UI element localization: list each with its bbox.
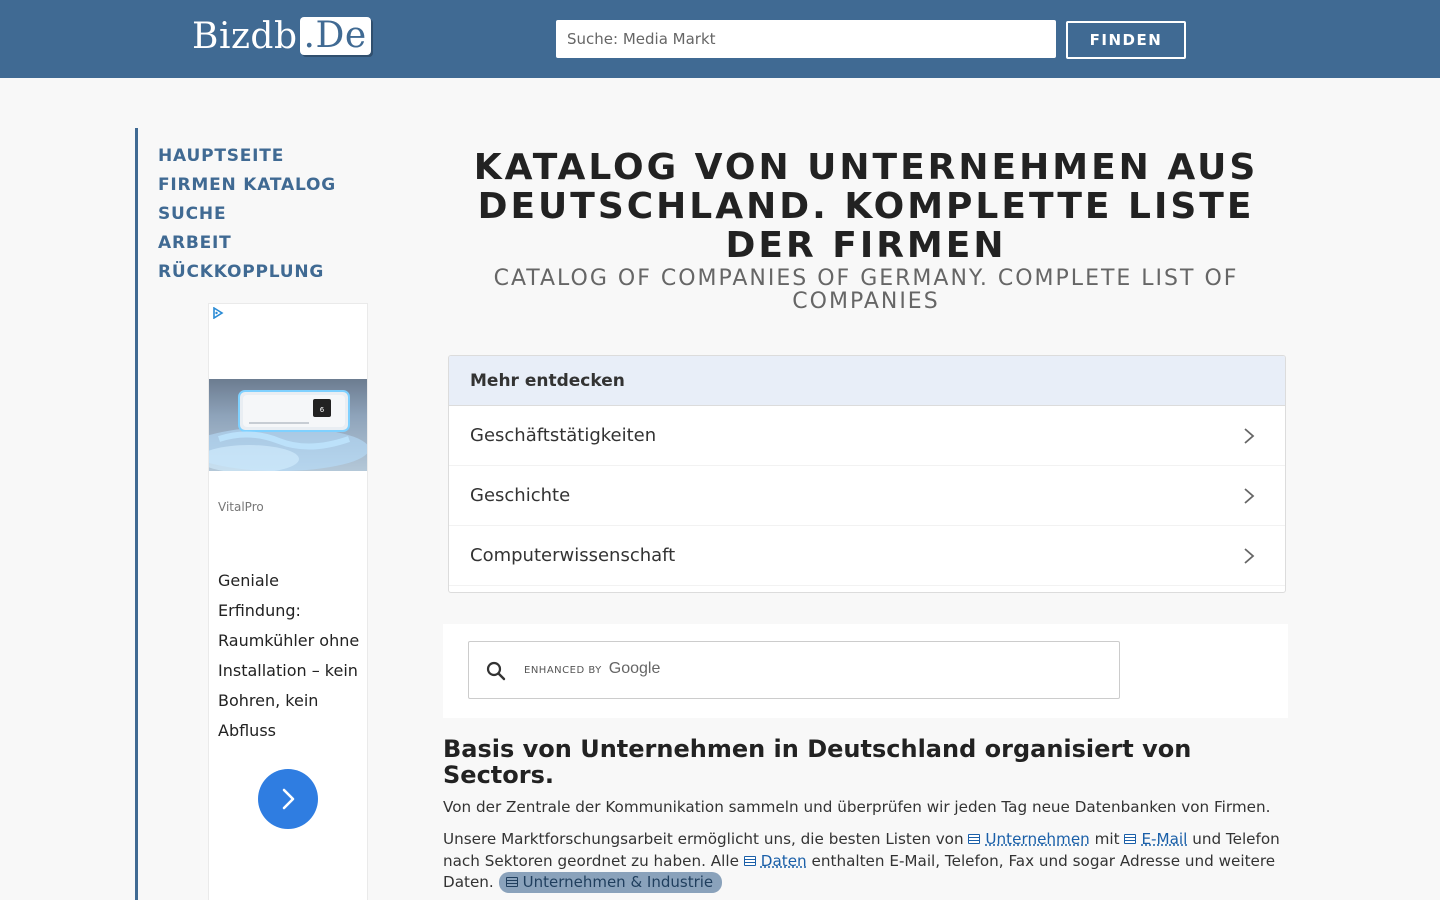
page-subtitle: CATALOG OF COMPANIES OF GERMANY. COMPLET… (446, 267, 1286, 313)
chevron-right-icon (1243, 427, 1255, 445)
google-search-input[interactable]: ENHANCED BY Google (468, 641, 1120, 699)
chevron-right-icon (1243, 547, 1255, 565)
svg-text:6: 6 (320, 406, 325, 414)
find-button[interactable]: FINDEN (1066, 21, 1186, 59)
discover-heading: Mehr entdecken (449, 356, 1285, 406)
daten-link[interactable]: Daten (744, 852, 807, 870)
sidebar: HAUPTSEITE FIRMEN KATALOG SUCHE ARBEIT R… (135, 128, 375, 900)
google-label: Google (609, 660, 661, 678)
unternehmen-link[interactable]: Unternehmen (968, 830, 1089, 848)
enhanced-by-label: ENHANCED BY (524, 665, 602, 676)
site-logo[interactable]: Bizdb .De (192, 14, 371, 58)
category-tag[interactable]: Unternehmen & Industrie (499, 872, 723, 893)
nav-item-suche[interactable]: SUCHE (158, 200, 336, 229)
search-input[interactable] (556, 20, 1056, 58)
nav-item-hauptseite[interactable]: HAUPTSEITE (158, 142, 336, 171)
search-icon[interactable] (485, 660, 507, 682)
google-search-box: ENHANCED BY Google (443, 624, 1288, 718)
nav-item-firmen-katalog[interactable]: FIRMEN KATALOG (158, 171, 336, 200)
discover-item[interactable]: Geschichte (449, 466, 1285, 526)
paragraph-text: Unsere Marktforschungsarbeit ermöglicht … (443, 830, 968, 848)
discover-item[interactable]: Geschäftstätigkeiten (449, 406, 1285, 466)
chevron-right-icon (276, 787, 300, 811)
page-title: KATALOG VON UNTERNEHMEN AUS DEUTSCHLAND.… (446, 148, 1286, 265)
email-link[interactable]: E-Mail (1124, 830, 1187, 848)
discover-panel: Mehr entdecken Geschäftstätigkeiten Gesc… (448, 355, 1286, 593)
intro-paragraph: Von der Zentrale der Kommunikation samme… (443, 797, 1288, 819)
discover-item-label: Geschichte (470, 485, 570, 506)
description-paragraph: Unsere Marktforschungsarbeit ermöglicht … (443, 829, 1288, 894)
ad-brand[interactable]: VitalPro (218, 500, 264, 514)
sidebar-nav: HAUPTSEITE FIRMEN KATALOG SUCHE ARBEIT R… (158, 142, 336, 287)
logo-suffix: .De (300, 17, 371, 55)
ad-product-image[interactable]: 6 (209, 379, 367, 471)
site-header: Bizdb.De FINDEN (0, 0, 1440, 78)
tag-label: Unternehmen & Industrie (523, 873, 714, 891)
google-branding: ENHANCED BY Google (524, 660, 660, 678)
advertisement[interactable]: 6 VitalPro Geniale Erfindung: Raumkühler… (208, 303, 368, 900)
link-label: Unternehmen (985, 830, 1089, 848)
list-icon (506, 877, 518, 887)
nav-item-arbeit[interactable]: ARBEIT (158, 229, 336, 258)
list-icon (1124, 834, 1136, 844)
link-label: Daten (761, 852, 807, 870)
discover-item-label: Geschäftstätigkeiten (470, 425, 656, 446)
list-icon (968, 834, 980, 844)
link-label: E-Mail (1141, 830, 1187, 848)
list-icon (744, 856, 756, 866)
chevron-right-icon (1243, 487, 1255, 505)
ad-choices-icon[interactable] (212, 307, 224, 319)
discover-item-label: Computerwissenschaft (470, 545, 675, 566)
nav-item-rueckkopplung[interactable]: RÜCKKOPPLUNG (158, 258, 336, 287)
paragraph-text: mit (1090, 830, 1125, 848)
section-title: Basis von Unternehmen in Deutschland org… (443, 736, 1288, 788)
ad-headline[interactable]: Geniale Erfindung: Raumkühler ohne Insta… (218, 566, 363, 746)
ad-next-button[interactable] (258, 769, 318, 829)
logo-text: Bizdb (192, 16, 298, 57)
discover-item[interactable]: Computerwissenschaft (449, 526, 1285, 586)
